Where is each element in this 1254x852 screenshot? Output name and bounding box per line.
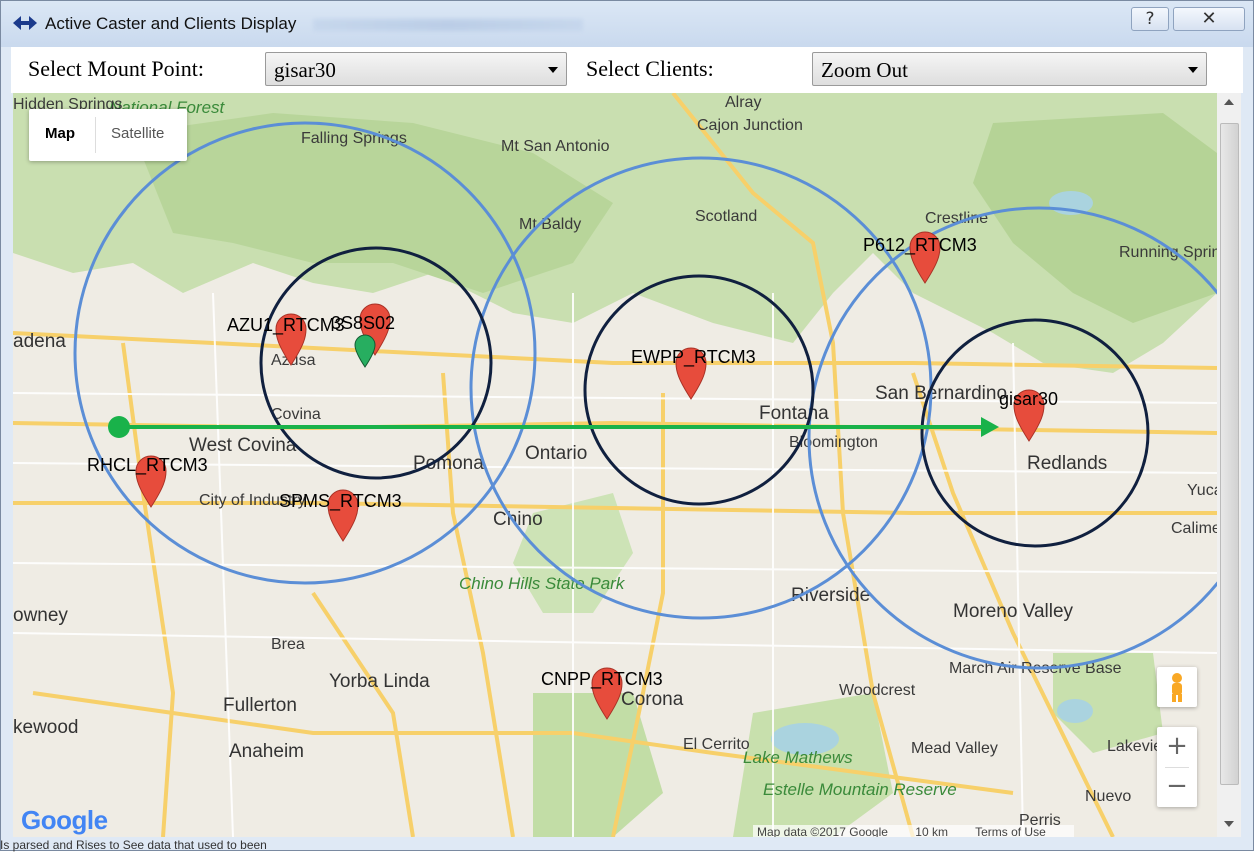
station-label: P612_RTCM3 <box>863 235 977 256</box>
zoom-out-button[interactable]: − <box>1157 767 1197 807</box>
station-label: RHCL_RTCM3 <box>87 455 208 476</box>
place-label: West Covina <box>189 435 297 456</box>
place-label: Pomona <box>413 453 484 474</box>
mount-point-select[interactable]: gisar30 <box>265 52 567 86</box>
chevron-down-icon <box>548 67 558 73</box>
title-blurred-text <box>313 19 583 31</box>
street-view-pegman-button[interactable] <box>1157 667 1197 707</box>
place-label: Covina <box>271 406 321 423</box>
app-window: Active Caster and Clients Display ? ✕ Se… <box>0 0 1254 851</box>
place-label: Lake Mathews <box>743 748 853 767</box>
client-marker-pin[interactable] <box>354 334 376 368</box>
map-type-satellite-button[interactable]: Satellite <box>111 125 164 142</box>
clients-select[interactable]: Zoom Out <box>812 52 1207 86</box>
lake-2 <box>1057 699 1093 723</box>
app-icon <box>13 16 37 30</box>
place-label: Estelle Mountain Reserve <box>763 780 957 799</box>
station-label: EWPP_RTCM3 <box>631 347 756 368</box>
close-button[interactable]: ✕ <box>1173 7 1245 31</box>
place-label: Mt Baldy <box>519 216 581 233</box>
place-label: Chino Hills State Park <box>459 574 626 593</box>
place-label: El Cerrito <box>683 736 750 753</box>
map-type-control: Map Satellite <box>29 109 187 161</box>
place-label: Cajon Junction <box>697 117 803 134</box>
place-label: Fullerton <box>223 695 297 716</box>
vertical-scrollbar[interactable] <box>1217 93 1241 837</box>
place-label: Yucaipa <box>1187 482 1217 499</box>
place-label: Brea <box>271 636 305 653</box>
place-label: Redlands <box>1027 453 1107 474</box>
map-graphic: Alray Cajon Junction Falling Springs Mt … <box>13 93 1217 837</box>
zoom-control: + − <box>1157 727 1197 807</box>
toolbar: Select Mount Point: gisar30 Select Clien… <box>11 47 1243 93</box>
zoom-in-button[interactable]: + <box>1157 727 1197 767</box>
place-label: kewood <box>13 717 79 738</box>
place-label: Corona <box>621 689 684 710</box>
help-button[interactable]: ? <box>1131 7 1169 31</box>
place-label: Anaheim <box>229 741 304 762</box>
place-label: Mt San Antonio <box>501 138 610 155</box>
station-label: AZU1_RTCM3 <box>227 315 345 336</box>
clients-value: Zoom Out <box>821 58 908 82</box>
underlying-document-text: Is parsed and Rises to See data that use… <box>0 838 267 852</box>
place-label: San Bernardino <box>875 383 1007 404</box>
chevron-down-icon <box>1188 67 1198 73</box>
place-label: Nuevo <box>1085 788 1131 805</box>
map-type-map-button[interactable]: Map <box>45 125 75 142</box>
place-label: Alray <box>725 94 761 111</box>
place-label: Woodcrest <box>839 682 916 699</box>
terms-of-use-link[interactable]: Terms of Use <box>975 825 1046 837</box>
map-data-credit: Map data ©2017 Google <box>757 825 888 837</box>
place-label: Yorba Linda <box>329 671 430 692</box>
place-label: owney <box>13 605 68 626</box>
window-title: Active Caster and Clients Display <box>45 14 297 33</box>
place-label: Fontana <box>759 403 829 424</box>
map-scale: 10 km <box>915 825 948 837</box>
place-label: adena <box>13 331 66 352</box>
place-label: Moreno Valley <box>953 601 1074 622</box>
divider <box>95 117 96 153</box>
map-attribution: Map data ©2017 Google 10 km Terms of Use <box>753 825 1074 837</box>
station-label: 3S8S02 <box>331 313 395 333</box>
mount-point-label: Select Mount Point: <box>28 56 204 81</box>
station-label: SPMS_RTCM3 <box>279 491 402 512</box>
map-canvas[interactable]: Alray Cajon Junction Falling Springs Mt … <box>13 93 1217 837</box>
reserve-area <box>533 693 663 837</box>
title-bar: Active Caster and Clients Display ? ✕ <box>1 1 1253 47</box>
place-label: Calimesa <box>1171 520 1217 537</box>
scroll-down-arrow-icon[interactable] <box>1224 821 1234 827</box>
station-label: CNPP_RTCM3 <box>541 669 663 690</box>
clients-label: Select Clients: <box>586 56 714 81</box>
mount-point-value: gisar30 <box>274 58 336 82</box>
pegman-icon <box>1172 673 1182 702</box>
place-label: Mead Valley <box>911 740 998 757</box>
scrollbar-thumb[interactable] <box>1220 123 1239 785</box>
place-label: Ontario <box>525 443 587 464</box>
scroll-up-arrow-icon[interactable] <box>1224 99 1234 105</box>
google-logo: Google <box>21 805 108 835</box>
place-label: Scotland <box>695 208 757 225</box>
station-label: gisar30 <box>999 389 1058 409</box>
